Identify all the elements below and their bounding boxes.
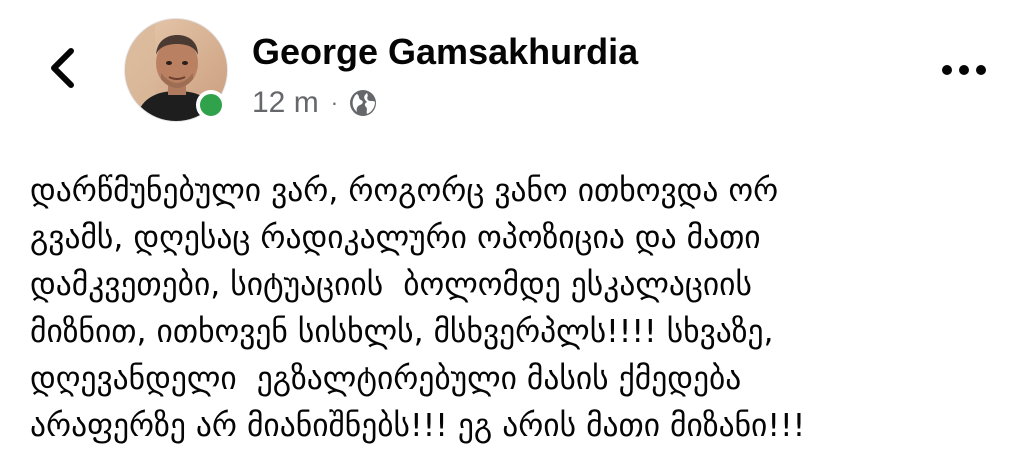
post-text-line: დამკვეთები, სიტუაციის ბოლომდე ესკალაციის: [30, 267, 752, 303]
post-body: დარწმუნებული ვარ, როგორც ვანო ითხოვდა ორ…: [30, 168, 1015, 450]
post-text-line: გვამს, დღესაც რადიკალური ოპოზიცია და მათ…: [30, 220, 761, 256]
post-timestamp[interactable]: 12 m: [252, 86, 319, 120]
globe-icon[interactable]: [348, 88, 378, 118]
post-meta: 12 m ·: [252, 84, 378, 122]
more-horizontal-icon: [941, 61, 987, 80]
author-name[interactable]: George Gamsakhurdia: [252, 30, 638, 74]
meta-separator: ·: [330, 90, 339, 115]
chevron-left-icon: [47, 47, 77, 93]
post-text-line: არაფერზე არ მიანიშნებს!!! ეგ არის მათი მ…: [30, 408, 806, 444]
post-text-line: დღევანდელი ეგზალტირებული მასის ქმედება: [30, 361, 742, 397]
online-status-indicator: [196, 90, 226, 120]
back-button[interactable]: [40, 46, 84, 94]
more-options-button[interactable]: [934, 52, 994, 88]
post-text-line: დარწმუნებული ვარ, როგორც ვანო ითხოვდა ორ: [30, 173, 779, 209]
post-text-line: მიზნით, ითხოვენ სისხლს, მსხვერპლს!!!! სხ…: [30, 314, 774, 350]
